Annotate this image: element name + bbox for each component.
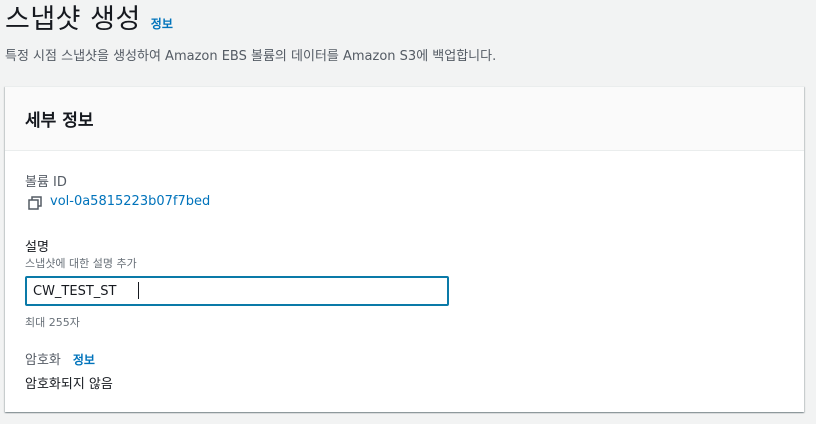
panel-header: 세부 정보 [5, 87, 804, 151]
encryption-value-wrap: 암호화되지 않음 [25, 373, 113, 392]
description-field: 설명 [25, 236, 49, 255]
text-cursor [138, 282, 139, 299]
page-info-link[interactable]: 정보 [151, 15, 173, 32]
encryption-info-link[interactable]: 정보 [73, 351, 95, 368]
copy-icon[interactable] [28, 195, 42, 210]
volume-id-row: vol-0a5815223b07f7bed [28, 194, 210, 210]
volume-id-label: 볼륨 ID [25, 175, 67, 190]
page-title: 스냅샷 생성 [5, 4, 141, 35]
description-hint: 스냅샷에 대한 설명 추가 [25, 257, 137, 270]
encryption-value: 암호화되지 않음 [25, 377, 113, 392]
volume-id-link[interactable]: vol-0a5815223b07f7bed [50, 194, 210, 209]
description-input[interactable] [25, 276, 449, 306]
page-header: 스냅샷 생성 정보 [5, 0, 173, 40]
description-constraint-wrap: 최대 255자 [25, 314, 80, 330]
volume-id-field: 볼륨 ID [25, 171, 67, 190]
page-description: 특정 시점 스냅샷을 생성하여 Amazon EBS 볼륨의 데이터를 Amaz… [5, 49, 497, 64]
description-constraint: 최대 255자 [25, 316, 80, 329]
details-panel: 세부 정보 볼륨 ID vol-0a5815223b07f7bed 설명 스냅샷… [5, 86, 804, 412]
panel-title: 세부 정보 [25, 111, 94, 131]
description-hint-wrap: 스냅샷에 대한 설명 추가 [25, 255, 137, 271]
encryption-label: 암호화 [25, 353, 61, 368]
description-label: 설명 [25, 240, 49, 255]
encryption-field: 암호화 정보 [25, 349, 95, 368]
